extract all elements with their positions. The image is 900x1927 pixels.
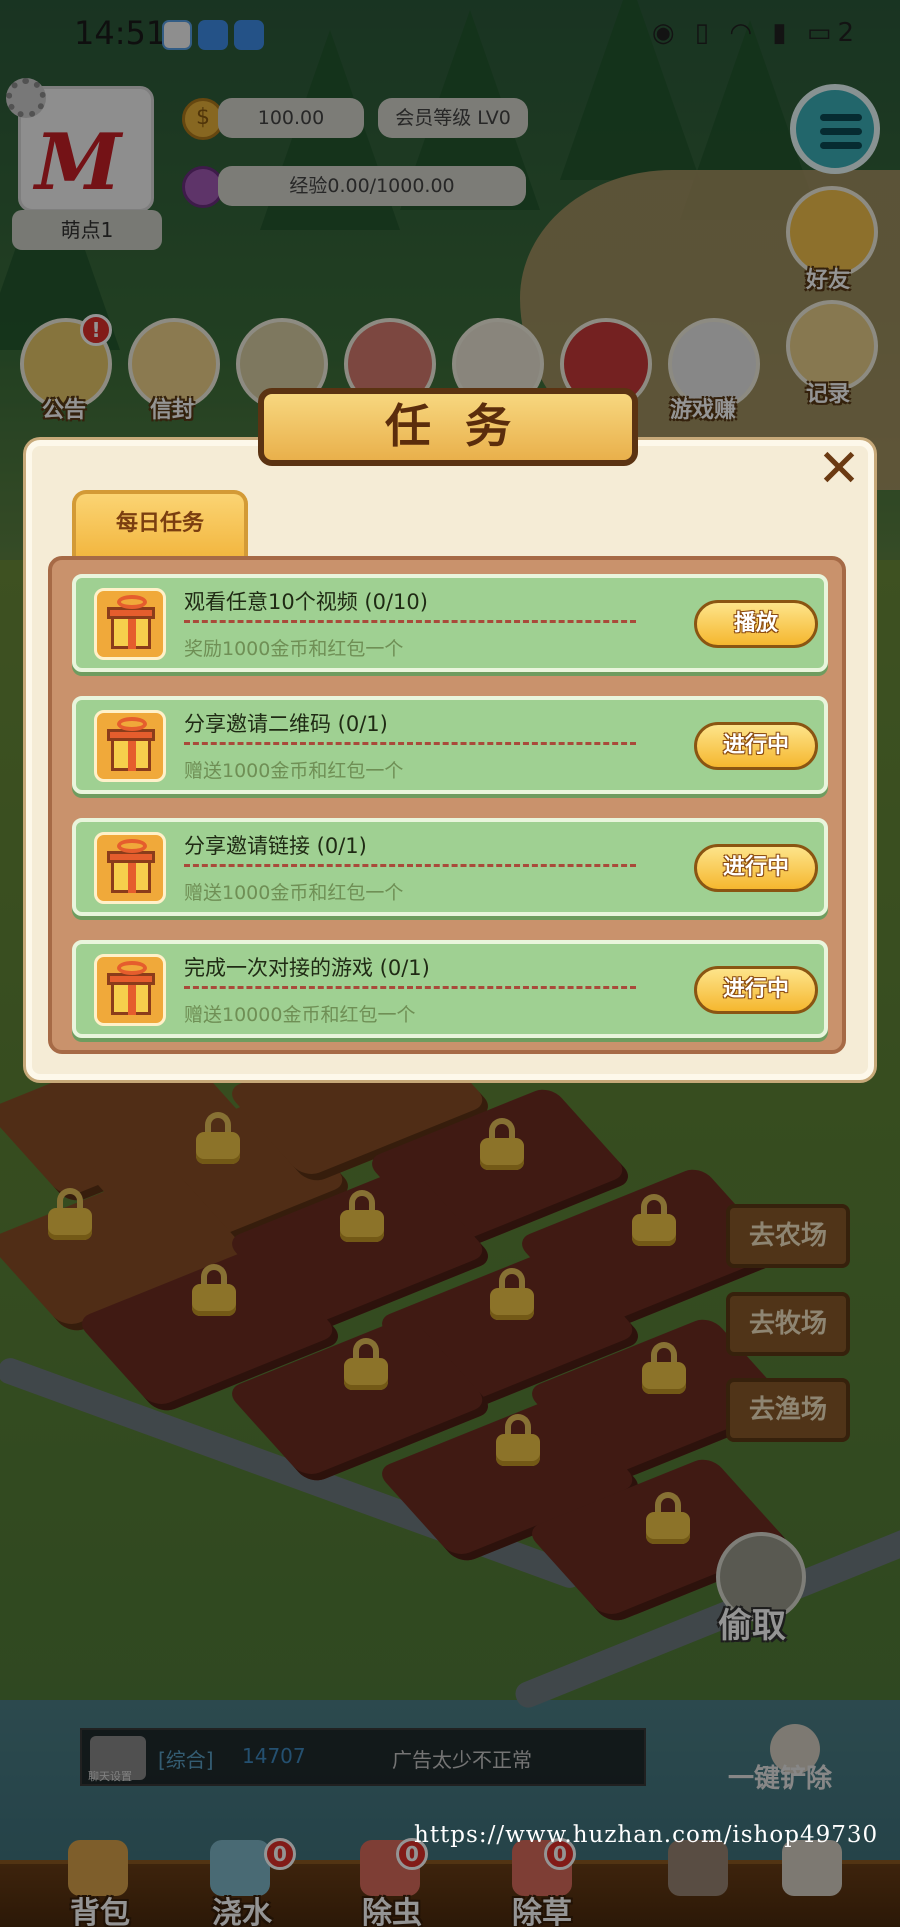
in-progress-button[interactable]: 进行中 xyxy=(694,844,818,892)
task-reward: 赠送1000金币和红包一个 xyxy=(184,882,404,904)
play-button[interactable]: 播放 xyxy=(694,600,818,648)
gift-icon xyxy=(94,954,166,1026)
gift-icon xyxy=(94,832,166,904)
gift-icon xyxy=(94,710,166,782)
task-reward: 赠送10000金币和红包一个 xyxy=(184,1004,416,1026)
task-item: 观看任意10个视频 (0/10) 奖励1000金币和红包一个 播放 xyxy=(72,574,828,672)
watermark: https://www.huzhan.com/ishop49730 xyxy=(414,1822,879,1848)
task-item: 分享邀请二维码 (0/1) 赠送1000金币和红包一个 进行中 xyxy=(72,696,828,794)
divider xyxy=(184,742,636,745)
divider xyxy=(184,864,636,867)
divider xyxy=(184,986,636,989)
task-list: 观看任意10个视频 (0/10) 奖励1000金币和红包一个 播放 分享邀请二维… xyxy=(48,556,846,1054)
task-reward: 赠送1000金币和红包一个 xyxy=(184,760,404,782)
in-progress-button[interactable]: 进行中 xyxy=(694,722,818,770)
task-title: 观看任意10个视频 (0/10) xyxy=(184,590,428,614)
tab-daily-tasks[interactable]: 每日任务 xyxy=(72,490,248,560)
in-progress-button[interactable]: 进行中 xyxy=(694,966,818,1014)
gift-icon xyxy=(94,588,166,660)
task-item: 分享邀请链接 (0/1) 赠送1000金币和红包一个 进行中 xyxy=(72,818,828,916)
task-item: 完成一次对接的游戏 (0/1) 赠送10000金币和红包一个 进行中 xyxy=(72,940,828,1038)
task-reward: 奖励1000金币和红包一个 xyxy=(184,638,404,660)
divider xyxy=(184,620,636,623)
close-icon[interactable]: ✕ xyxy=(816,443,862,495)
task-title: 分享邀请链接 (0/1) xyxy=(184,834,367,858)
task-title: 完成一次对接的游戏 (0/1) xyxy=(184,956,430,980)
dialog-title: 任务 xyxy=(258,388,638,466)
task-title: 分享邀请二维码 (0/1) xyxy=(184,712,388,736)
